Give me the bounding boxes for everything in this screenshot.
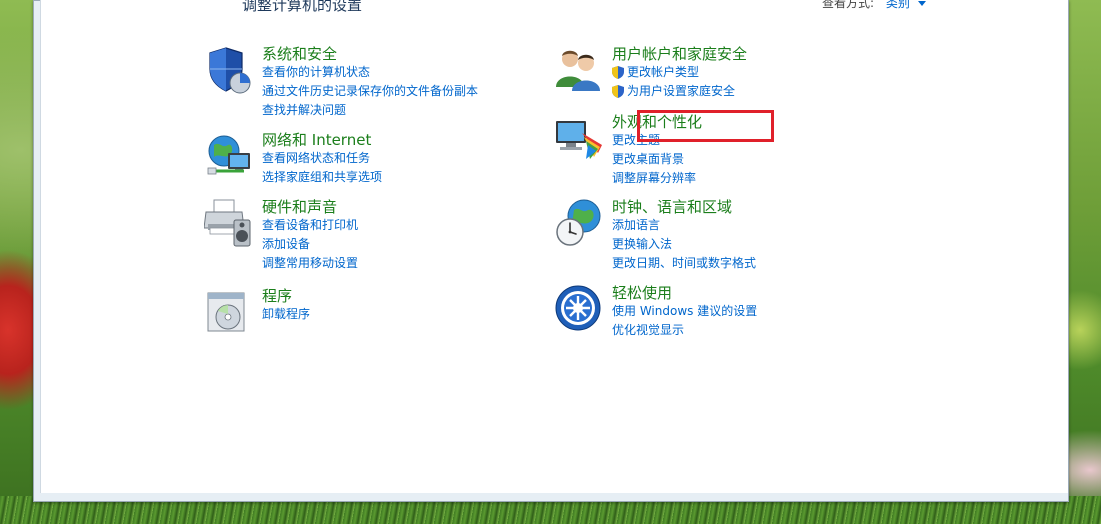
category-title[interactable]: 用户帐户和家庭安全 (612, 45, 747, 63)
view-by-label: 查看方式: (822, 0, 875, 10)
view-by-dropdown[interactable]: 类别 (886, 0, 910, 10)
link-change-account-type[interactable]: 更改帐户类型 (612, 63, 747, 82)
link-add-language[interactable]: 添加语言 (612, 216, 756, 235)
page-title: 调整计算机的设置 (242, 0, 363, 14)
link-label: 更改帐户类型 (627, 65, 700, 79)
annotation-highlight-box (637, 110, 774, 142)
category-title[interactable]: 轻松使用 (612, 284, 757, 302)
chevron-down-icon[interactable] (917, 1, 926, 6)
category-title[interactable]: 网络和 Internet (262, 131, 382, 149)
shield-icon (209, 47, 251, 94)
uac-shield-icon (612, 85, 624, 98)
ease-of-access-icon (555, 285, 601, 331)
link-view-computer-status[interactable]: 查看你的计算机状态 (262, 63, 478, 82)
category-title[interactable]: 系统和安全 (262, 45, 478, 63)
clock-globe-icon (556, 199, 601, 246)
link-desktop-background[interactable]: 更改桌面背景 (612, 150, 702, 169)
printer-speaker-icon (204, 199, 251, 247)
link-mobility-settings[interactable]: 调整常用移动设置 (262, 254, 358, 273)
link-devices-printers[interactable]: 查看设备和打印机 (262, 216, 358, 235)
link-family-safety[interactable]: 为用户设置家庭安全 (612, 82, 747, 101)
link-file-history-backup[interactable]: 通过文件历史记录保存你的文件备份副本 (262, 82, 478, 101)
view-by: 查看方式: 类别 (822, 0, 926, 11)
monitor-palette-icon (556, 121, 602, 159)
programs-disc-icon (207, 292, 245, 332)
category-title[interactable]: 硬件和声音 (262, 198, 358, 216)
link-uninstall-program[interactable]: 卸载程序 (262, 305, 310, 324)
category-title[interactable]: 程序 (262, 287, 310, 305)
link-optimize-visual-display[interactable]: 优化视觉显示 (612, 321, 757, 340)
users-icon (556, 50, 600, 91)
link-label: 为用户设置家庭安全 (627, 84, 736, 98)
uac-shield-icon (612, 66, 624, 79)
link-homegroup-sharing[interactable]: 选择家庭组和共享选项 (262, 168, 382, 187)
link-change-input-method[interactable]: 更换输入法 (612, 235, 756, 254)
link-date-time-number-format[interactable]: 更改日期、时间或数字格式 (612, 254, 756, 273)
network-globe-icon (207, 135, 250, 175)
link-find-fix-problems[interactable]: 查找并解决问题 (262, 101, 478, 120)
link-screen-resolution[interactable]: 调整屏幕分辨率 (612, 169, 702, 188)
link-recommended-settings[interactable]: 使用 Windows 建议的设置 (612, 302, 757, 321)
control-panel-content: 调整计算机的设置 查看方式: 类别 系统和安全 查看你的计算机状态 通过文件历史… (40, 0, 1068, 493)
link-add-device[interactable]: 添加设备 (262, 235, 358, 254)
category-title[interactable]: 时钟、语言和区域 (612, 198, 756, 216)
link-network-status-tasks[interactable]: 查看网络状态和任务 (262, 149, 382, 168)
